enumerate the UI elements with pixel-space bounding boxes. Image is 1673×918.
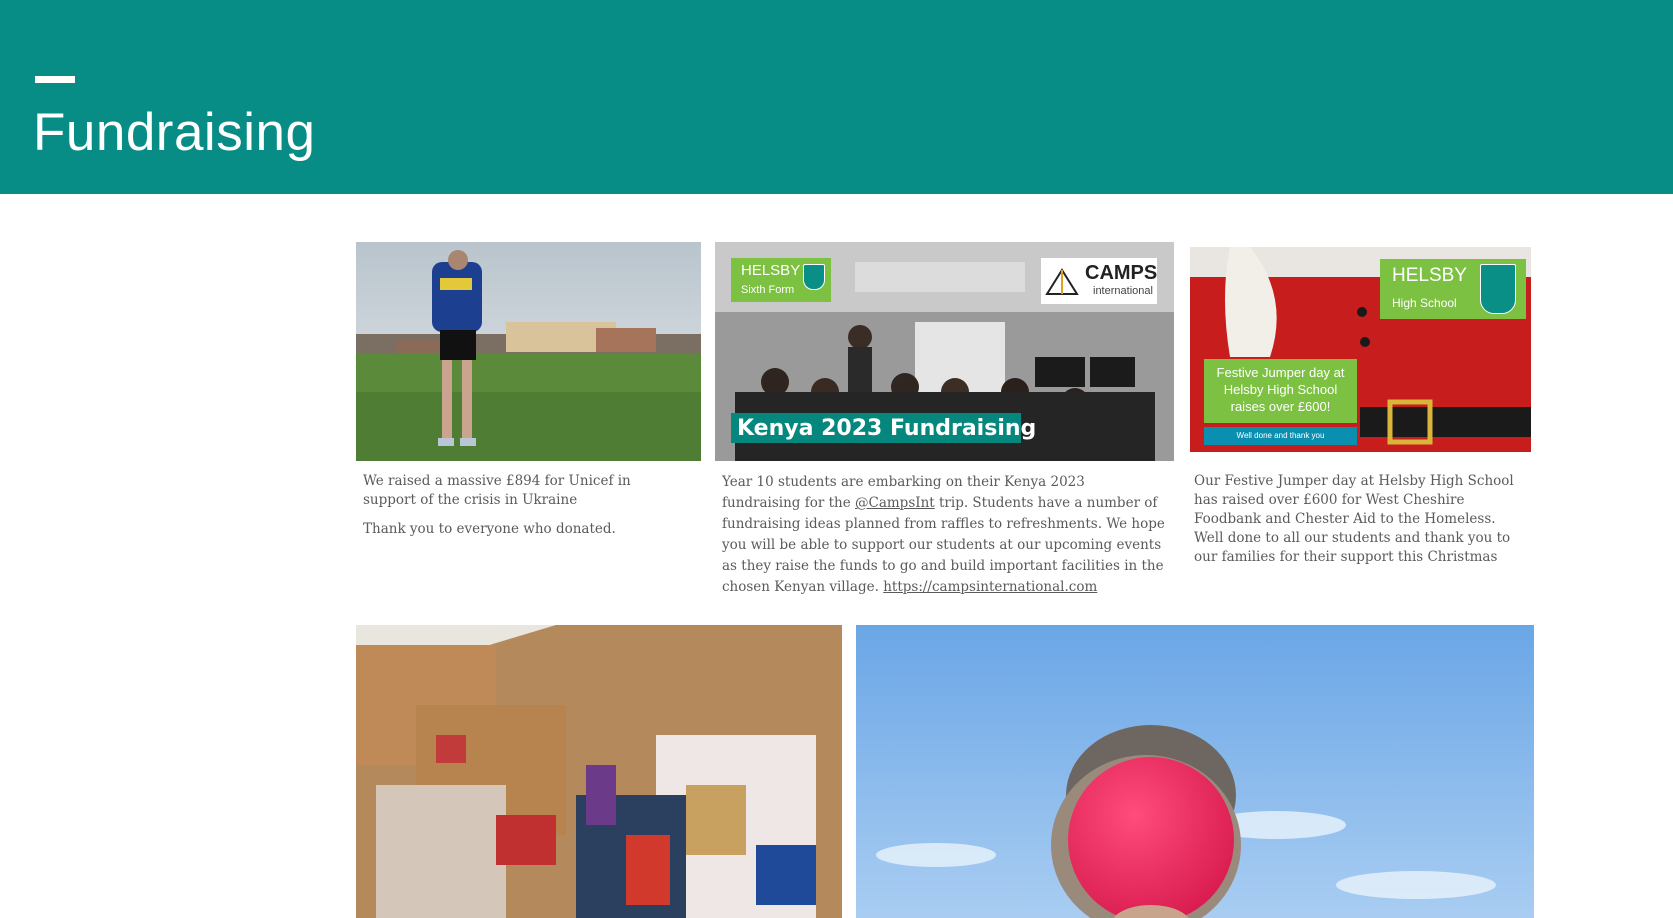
high-school-badge: HELSBY High School [1380,259,1526,319]
school-crest-icon [1480,264,1516,314]
logo-sub-text: international [1093,285,1153,297]
festive-caption: Our Festive Jumper day at Helsby High Sc… [1194,472,1514,577]
camps-international-logo: CAMPS international [1041,258,1157,304]
tent-icon [1045,268,1079,295]
festive-poster-label: Festive Jumper day at Helsby High School… [1204,359,1357,423]
logo-main-text: CAMPS [1085,262,1158,284]
campsint-link[interactable]: @CampsInt [855,495,935,511]
badge-subtitle: High School [1392,296,1457,310]
banner-text: Kenya 2023 Fundraising [737,416,1037,441]
festive-poster-sub: Well done and thank you [1204,427,1357,445]
school-crest-icon [803,264,825,290]
kenya-banner-label: Kenya 2023 Fundraising [731,413,1036,443]
badge-school-name: HELSBY [741,262,801,279]
festive-jumper-image[interactable]: HELSBY High School Festive Jumper day at… [1190,247,1531,452]
sixth-form-badge: HELSBY Sixth Form [731,258,831,302]
poster-text: Festive Jumper day at Helsby High School… [1216,365,1345,414]
badge-subtitle: Sixth Form [741,284,795,296]
page-header: Fundraising [0,0,1673,194]
camps-website-link[interactable]: https://campsinternational.com [883,579,1097,595]
badge-school-name: HELSBY [1392,265,1467,286]
red-nose-day-image[interactable] [856,625,1534,918]
caption-paragraph: Year 10 students are embarking on their … [722,472,1167,598]
caption-paragraph: Our Festive Jumper day at Helsby High Sc… [1194,473,1514,565]
kenya-caption: Year 10 students are embarking on their … [722,472,1167,608]
foodbank-hampers-image[interactable] [356,625,842,918]
ukraine-caption: We raised a massive £894 for Unicef in s… [363,472,683,549]
caption-paragraph: We raised a massive £894 for Unicef in s… [363,473,631,508]
header-accent-bar [35,76,75,83]
caption-paragraph: Thank you to everyone who donated. [363,521,616,537]
ukraine-fundraising-image[interactable] [356,242,701,461]
page-title: Fundraising [33,103,316,162]
kenya-fundraising-image[interactable]: HELSBY Sixth Form CAMPS international Ke… [715,242,1174,461]
poster-sub-text: Well done and thank you [1236,431,1325,440]
